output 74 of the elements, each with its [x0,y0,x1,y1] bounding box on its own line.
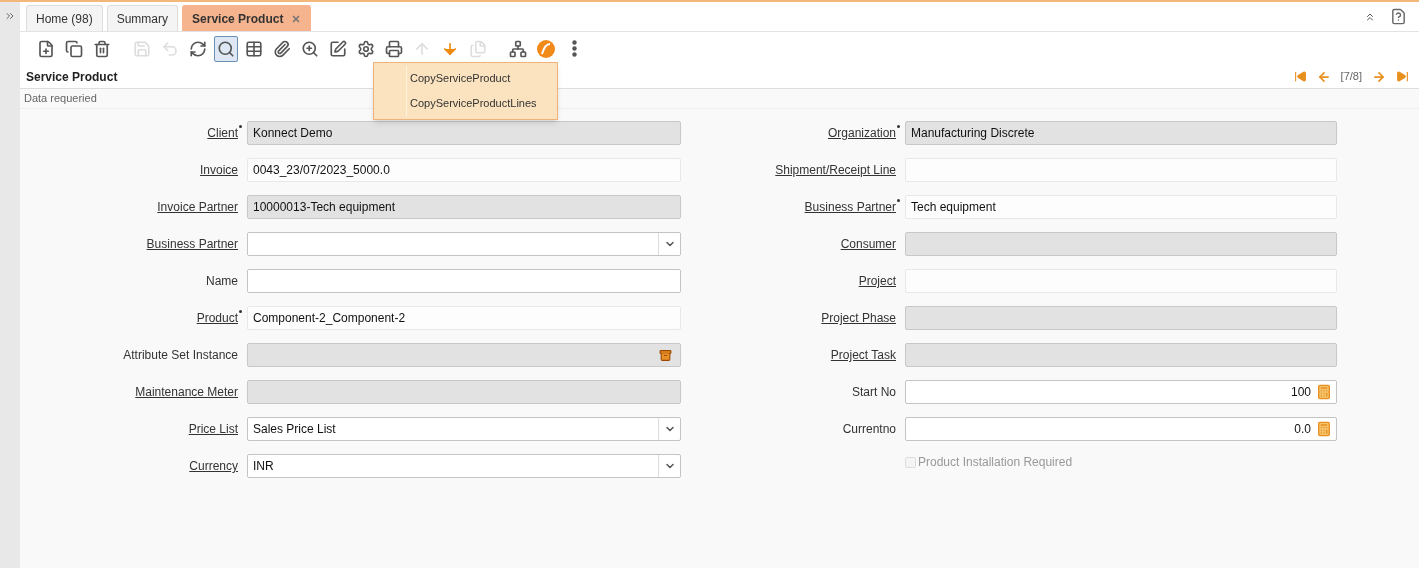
field-label[interactable]: Maintenance Meter [135,383,238,401]
first-record-icon[interactable] [1293,70,1307,83]
edit-icon [329,39,347,58]
expand-icon[interactable] [4,10,16,22]
more-icon [571,40,577,57]
panel-title: Service Product [26,68,118,86]
field-label[interactable]: Project Phase [821,309,896,327]
documents-icon [469,39,487,58]
field-label[interactable]: Business Partner [804,198,896,216]
field-label[interactable]: Organization [827,124,896,142]
close-icon[interactable] [291,13,302,24]
record-counter: [7/8] [1340,69,1362,85]
collapse-icon[interactable] [1364,11,1376,23]
field-label[interactable]: Shipment/Receipt Line [775,161,896,179]
previous-record-icon[interactable] [1316,69,1331,84]
last-record-icon[interactable] [1396,70,1409,83]
next-record-icon[interactable] [1372,69,1386,84]
tab[interactable]: Home (98) [26,5,103,31]
refresh-icon [189,39,207,58]
input-field[interactable] [905,343,1337,367]
attribute-icon[interactable] [659,348,672,362]
field-label[interactable]: Invoice [199,161,238,179]
field-label[interactable]: Price List [188,420,238,438]
field-label[interactable]: Invoice Partner [157,198,238,216]
input-field[interactable]: 10000013-Tech equipment [247,195,681,219]
field-label[interactable]: Project [858,272,896,290]
undo-icon [161,39,179,58]
field-label[interactable]: Client [207,124,238,142]
paperclip-icon [273,39,291,58]
input-field[interactable] [247,343,681,367]
field-label: Currentno [842,421,896,438]
field-label: Name [206,273,238,290]
field-label: Start No [852,384,896,401]
search-icon [217,39,235,58]
input-field[interactable]: Manufacturing Discrete [905,121,1337,145]
combo-field[interactable]: Sales Price List [247,417,681,441]
menu-item[interactable]: CopyServiceProduct [406,66,557,91]
tab[interactable]: Service Product [182,5,312,31]
menu-item[interactable]: CopyServiceProductLines [406,91,557,116]
workflow-icon [509,39,527,58]
copy-icon [65,39,83,58]
status-message: Data requeried [24,91,97,107]
combo-field[interactable] [247,232,681,256]
help-icon[interactable] [1390,8,1407,25]
field-label: Attribute Set Instance [123,347,238,364]
field-label[interactable]: Product [196,309,238,327]
input-field[interactable] [247,380,681,404]
printer-icon [385,39,403,58]
calculator-icon[interactable] [1316,384,1332,400]
combo-field[interactable]: INR [247,454,681,478]
save-icon [133,39,151,58]
calculator-icon[interactable] [1316,421,1332,437]
tab[interactable]: Summary [106,5,179,31]
settings-icon [357,39,375,58]
checkbox-label: Product Installation Required [918,454,1073,471]
new-record-icon [37,39,55,58]
field-label[interactable]: Project Task [830,346,896,364]
input-field[interactable]: 100 [905,380,1337,404]
input-field[interactable]: Konnect Demo [247,121,681,145]
grid-icon [245,39,263,58]
field-label[interactable]: Business Partner [146,235,238,253]
search-button[interactable] [214,35,238,62]
input-field[interactable]: 0043_23/07/2023_5000.0 [247,158,681,182]
field-label[interactable]: Consumer [840,235,896,253]
zoom-icon [301,39,319,58]
input-field[interactable] [905,306,1337,330]
trash-icon [93,39,111,58]
field-label[interactable]: Currency [189,457,238,475]
input-field[interactable]: Tech equipment [905,195,1337,219]
input-field[interactable] [905,232,1337,256]
input-field[interactable]: Component-2_Component-2 [247,306,681,330]
input-field[interactable]: 0.0 [905,417,1337,441]
logo-icon [536,38,556,59]
input-field[interactable] [247,269,681,293]
